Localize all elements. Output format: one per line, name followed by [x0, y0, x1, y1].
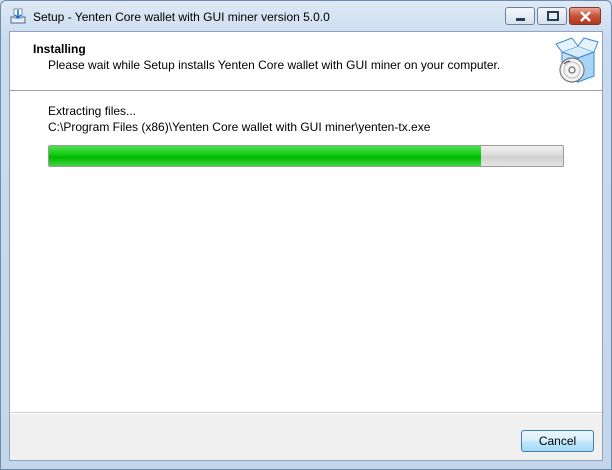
wizard-header: Installing Please wait while Setup insta… — [10, 32, 602, 90]
progress-fill — [49, 146, 481, 166]
page-subtitle: Please wait while Setup installs Yenten … — [48, 58, 501, 72]
close-button[interactable] — [569, 7, 601, 25]
maximize-button[interactable] — [537, 7, 567, 25]
installer-box-disc-icon — [548, 34, 600, 86]
minimize-icon — [516, 18, 525, 21]
install-progress-bar — [48, 145, 564, 167]
setup-window: Setup - Yenten Core wallet with GUI mine… — [0, 0, 612, 470]
footer-divider — [10, 412, 602, 414]
close-icon — [580, 11, 591, 22]
wizard-client-area: Installing Please wait while Setup insta… — [9, 31, 603, 461]
installer-app-icon — [9, 7, 27, 25]
title-bar[interactable]: Setup - Yenten Core wallet with GUI mine… — [1, 1, 611, 31]
status-label: Extracting files... — [48, 104, 137, 118]
current-file-path: C:\Program Files (x86)\Yenten Core walle… — [48, 120, 431, 134]
minimize-button[interactable] — [505, 7, 535, 25]
window-title: Setup - Yenten Core wallet with GUI mine… — [33, 10, 330, 24]
wizard-body: Extracting files... C:\Program Files (x8… — [10, 92, 602, 412]
maximize-icon — [547, 11, 559, 21]
cancel-button[interactable]: Cancel — [521, 430, 594, 452]
page-title: Installing — [33, 42, 86, 56]
